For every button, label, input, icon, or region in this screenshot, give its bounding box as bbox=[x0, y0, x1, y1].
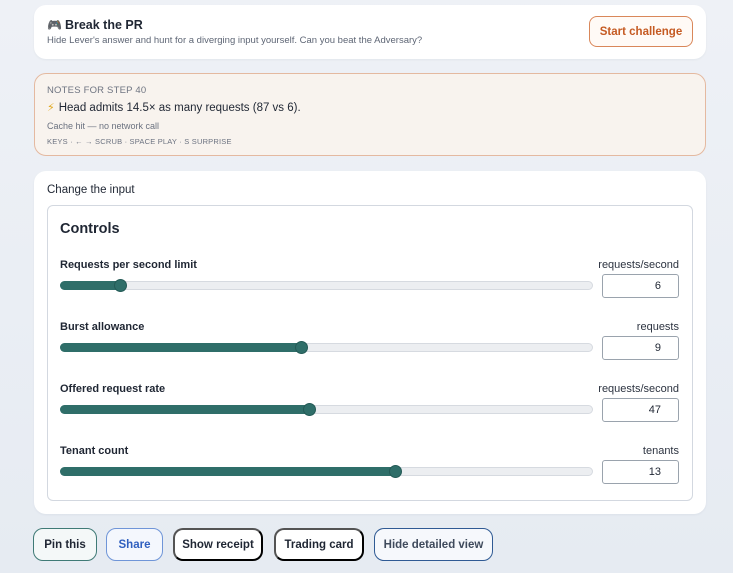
slider-thumb[interactable] bbox=[303, 403, 316, 416]
slider-fill bbox=[60, 281, 120, 290]
control-row: Burst allowance requests 9 bbox=[48, 321, 691, 383]
notes-main-text: Head admits 14.5× as many requests (87 v… bbox=[58, 101, 301, 114]
control-label: Burst allowance bbox=[60, 321, 145, 333]
control-row: Offered request rate requests/second 47 bbox=[48, 383, 691, 445]
notes-main: ⚡ Head admits 14.5× as many requests (87… bbox=[47, 101, 301, 115]
offered-rate-slider[interactable] bbox=[60, 403, 593, 416]
offered-rate-input[interactable]: 47 bbox=[602, 398, 679, 422]
notes-heading: NOTES FOR STEP 40 bbox=[47, 85, 147, 96]
slider-fill bbox=[60, 343, 301, 352]
show-receipt-button[interactable]: Show receipt bbox=[173, 528, 263, 561]
burst-allowance-input[interactable]: 9 bbox=[602, 336, 679, 360]
slider-thumb[interactable] bbox=[389, 465, 402, 478]
tenant-count-input[interactable]: 13 bbox=[602, 460, 679, 484]
slider-thumb[interactable] bbox=[295, 341, 308, 354]
controls-panel: Controls Requests per second limit reque… bbox=[47, 205, 693, 501]
notes-card: NOTES FOR STEP 40 ⚡ Head admits 14.5× as… bbox=[34, 73, 706, 156]
change-input-heading: Change the input bbox=[47, 184, 135, 196]
hide-detailed-view-button[interactable]: Hide detailed view bbox=[374, 528, 493, 561]
change-input-card: Change the input Controls Requests per s… bbox=[34, 171, 706, 514]
start-challenge-button[interactable]: Start challenge bbox=[589, 16, 693, 47]
challenge-subtitle: Hide Lever's answer and hunt for a diver… bbox=[47, 35, 423, 46]
control-label: Offered request rate bbox=[60, 383, 166, 395]
control-unit: tenants bbox=[642, 445, 679, 457]
control-row: Tenant count tenants 13 bbox=[48, 445, 691, 507]
slider-fill bbox=[60, 467, 395, 476]
trading-card-button[interactable]: Trading card bbox=[274, 528, 364, 561]
notes-status: Cache hit — no network call bbox=[47, 121, 160, 131]
challenge-title-text: Break the PR bbox=[64, 18, 143, 32]
burst-allowance-slider[interactable] bbox=[60, 341, 593, 354]
tenant-count-slider[interactable] bbox=[60, 465, 593, 478]
break-the-pr-card: 🎮 Break the PR Hide Lever's answer and h… bbox=[34, 5, 706, 59]
controls-title: Controls bbox=[60, 221, 120, 237]
control-unit: requests/second bbox=[598, 383, 679, 395]
gamepad-icon: 🎮 bbox=[47, 18, 62, 32]
control-unit: requests/second bbox=[598, 259, 679, 271]
challenge-title: 🎮 Break the PR bbox=[47, 18, 143, 32]
share-button[interactable]: Share bbox=[106, 528, 163, 561]
slider-thumb[interactable] bbox=[114, 279, 127, 292]
keyboard-shortcuts: KEYS · ← → SCRUB · SPACE PLAY · S SURPRI… bbox=[47, 137, 232, 146]
rps-limit-slider[interactable] bbox=[60, 279, 593, 292]
control-label: Requests per second limit bbox=[60, 259, 197, 271]
control-unit: requests bbox=[636, 321, 679, 333]
control-label: Tenant count bbox=[60, 445, 129, 457]
rps-limit-input[interactable]: 6 bbox=[602, 274, 679, 298]
slider-fill bbox=[60, 405, 309, 414]
pin-this-button[interactable]: Pin this bbox=[33, 528, 97, 561]
lightning-icon: ⚡ bbox=[47, 102, 55, 114]
control-row: Requests per second limit requests/secon… bbox=[48, 259, 691, 321]
